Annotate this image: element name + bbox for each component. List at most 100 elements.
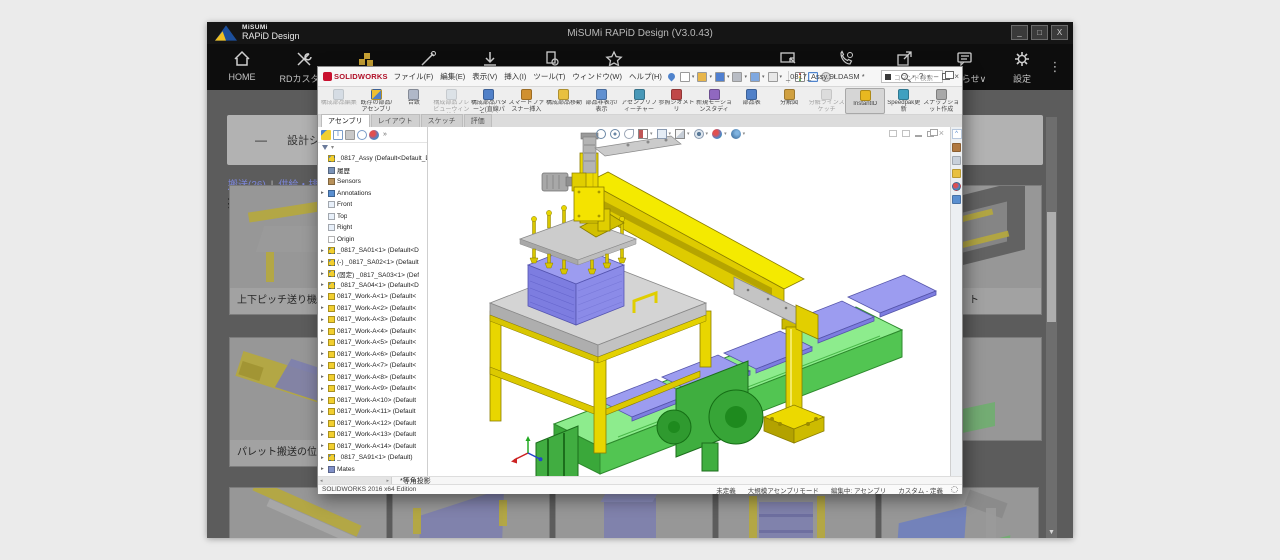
- cm-item-7[interactable]: 部品非表示/表示: [583, 88, 621, 114]
- sw-menu-3[interactable]: 挿入(I): [504, 71, 526, 82]
- sw-menu-1[interactable]: 編集(E): [440, 71, 465, 82]
- tree-expand-icon[interactable]: ▸: [321, 466, 326, 472]
- tree-item-18[interactable]: ▸0817_Work-A<7> (Default<: [318, 360, 427, 372]
- display-manager-icon[interactable]: [369, 130, 379, 140]
- tree-item-12[interactable]: ▸0817_Work-A<1> (Default<: [318, 291, 427, 303]
- pin-icon[interactable]: [666, 72, 676, 82]
- sw-menu-6[interactable]: ヘルプ(H): [629, 71, 662, 82]
- custom-properties-icon[interactable]: [952, 195, 961, 204]
- tree-item-7[interactable]: Origin: [318, 234, 427, 246]
- favorites-pane-icon[interactable]: [952, 169, 961, 178]
- design-library-icon[interactable]: [952, 143, 961, 152]
- cm-item-5[interactable]: スマートファスナー挿入: [508, 88, 546, 114]
- cm-item-12[interactable]: 分解図: [770, 88, 808, 114]
- thumbnail-card-r3c3[interactable]: [555, 487, 713, 538]
- tree-item-13[interactable]: ▸0817_Work-A<2> (Default<: [318, 303, 427, 315]
- cm-item-4[interactable]: 構成部品パターン(直線パターン): [470, 88, 508, 114]
- sw-tab-3[interactable]: 評価: [464, 114, 492, 127]
- tree-expand-icon[interactable]: ▸: [321, 248, 326, 254]
- display-style-icon[interactable]: [675, 129, 685, 139]
- scrollbar-thumb[interactable]: [1047, 212, 1056, 322]
- search-icon[interactable]: [901, 73, 908, 80]
- thumbnail-card-r3c2[interactable]: [392, 487, 550, 538]
- doc-close-icon[interactable]: ×: [939, 129, 944, 138]
- zoom-fit-icon[interactable]: [596, 129, 606, 139]
- open-icon[interactable]: [697, 72, 707, 82]
- tree-expand-icon[interactable]: ▸: [321, 420, 326, 426]
- cm-item-3[interactable]: 構成部品プレビューウィンドウ: [433, 88, 471, 114]
- tree-expand-icon[interactable]: ▸: [321, 271, 326, 277]
- scroll-down-arrow[interactable]: ▼: [1046, 529, 1057, 536]
- tree-item-14[interactable]: ▸0817_Work-A<3> (Default<: [318, 314, 427, 326]
- tree-item-2[interactable]: Sensors: [318, 176, 427, 188]
- tree-item-1[interactable]: 履歴: [318, 165, 427, 177]
- tree-expand-icon[interactable]: ▸: [321, 432, 326, 438]
- cm-item-1[interactable]: 既存の部品/アセンブリ: [358, 88, 396, 114]
- cm-item-8[interactable]: アセンブリフィーチャー: [620, 88, 658, 114]
- scene-icon[interactable]: [731, 129, 741, 139]
- tree-expand-icon[interactable]: ▸: [321, 305, 326, 311]
- doc-restore-icon[interactable]: [927, 131, 934, 137]
- tree-item-24[interactable]: ▸0817_Work-A<13> (Default: [318, 429, 427, 441]
- collapse-icon[interactable]: ―: [255, 133, 267, 147]
- help-button[interactable]: ?: [919, 72, 923, 81]
- view-orientation-icon[interactable]: [657, 129, 667, 139]
- tree-item-10[interactable]: ▸(固定) _0817_SA03<1> (Def: [318, 268, 427, 280]
- status-gear-icon[interactable]: [951, 486, 958, 493]
- minimize-button[interactable]: _: [1011, 25, 1028, 40]
- thumbnail-card-r3c1[interactable]: [229, 487, 387, 538]
- sw-tab-1[interactable]: レイアウト: [371, 114, 420, 127]
- select-cursor-icon[interactable]: [768, 72, 778, 82]
- tree-filter-row[interactable]: ▾: [318, 143, 427, 152]
- appearances-pane-icon[interactable]: [952, 182, 961, 191]
- tree-expand-icon[interactable]: ▸: [321, 282, 326, 288]
- tree-expand-icon[interactable]: ▸: [321, 317, 326, 323]
- tree-item-27[interactable]: ▸Mates: [318, 464, 427, 476]
- tree-horizontal-scrollbar[interactable]: ◂▸: [318, 477, 392, 484]
- tree-expand-icon[interactable]: ▸: [321, 363, 326, 369]
- property-manager-icon[interactable]: I: [333, 130, 343, 140]
- tree-item-4[interactable]: Front: [318, 199, 427, 211]
- sw-close-button[interactable]: ×: [954, 72, 959, 81]
- cm-item-11[interactable]: 部品表: [733, 88, 771, 114]
- tree-item-6[interactable]: Right: [318, 222, 427, 234]
- vertical-scrollbar[interactable]: ▼: [1046, 117, 1057, 538]
- tree-item-19[interactable]: ▸0817_Work-A<8> (Default<: [318, 372, 427, 384]
- cm-item-2[interactable]: 合致: [395, 88, 433, 114]
- sw-tab-0[interactable]: アセンブリ: [321, 114, 370, 127]
- tree-item-16[interactable]: ▸0817_Work-A<5> (Default<: [318, 337, 427, 349]
- nav-settings[interactable]: 設定: [997, 46, 1047, 88]
- tree-item-8[interactable]: ▸_0817_SA01<1> (Default<D: [318, 245, 427, 257]
- file-explorer-icon[interactable]: [952, 156, 961, 165]
- close-button[interactable]: X: [1051, 25, 1068, 40]
- tree-expand-icon[interactable]: ▸: [321, 409, 326, 415]
- tree-item-26[interactable]: ▸_0817_SA91<1> (Default): [318, 452, 427, 464]
- nav-overflow-menu[interactable]: ⋮: [1047, 46, 1063, 88]
- tree-expand-icon[interactable]: ▸: [321, 340, 326, 346]
- sw-menu-0[interactable]: ファイル(F): [394, 71, 434, 82]
- tree-expand-icon[interactable]: ▸: [321, 294, 326, 300]
- sw-menu-5[interactable]: ウィンドウ(W): [572, 71, 622, 82]
- tree-item-9[interactable]: ▸(-) _0817_SA02<1> (Default: [318, 257, 427, 269]
- sw-menu-2[interactable]: 表示(V): [472, 71, 497, 82]
- tree-expand-icon[interactable]: ▸: [321, 374, 326, 380]
- cm-item-16[interactable]: スナップショット作成: [923, 88, 961, 114]
- cm-item-10[interactable]: 新規モーションスタディ: [695, 88, 733, 114]
- hide-show-icon[interactable]: [694, 129, 704, 139]
- sw-tab-2[interactable]: スケッチ: [421, 114, 463, 127]
- tree-item-11[interactable]: ▸_0817_SA04<1> (Default<D: [318, 280, 427, 292]
- new-doc-icon[interactable]: [680, 72, 690, 82]
- cm-item-6[interactable]: 構成部品移動: [545, 88, 583, 114]
- tree-expand-icon[interactable]: ▸: [321, 259, 326, 265]
- tree-expand-icon[interactable]: ▸: [321, 455, 326, 461]
- save-icon[interactable]: [715, 72, 725, 82]
- undo-icon[interactable]: [750, 72, 760, 82]
- cm-item-13[interactable]: 分解ラインスケッチ: [808, 88, 846, 114]
- graphics-viewport[interactable]: ▾ ▾ ▾ ▾ ▾ ▾ ×: [428, 127, 950, 476]
- tree-toolbar-more-icon[interactable]: »: [383, 131, 387, 138]
- feature-manager-icon[interactable]: [321, 130, 331, 140]
- print-icon[interactable]: [732, 72, 742, 82]
- tree-expand-icon[interactable]: ▸: [321, 351, 326, 357]
- cm-item-15[interactable]: Speedpak更新: [885, 88, 923, 114]
- tree-expand-icon[interactable]: ▸: [321, 328, 326, 334]
